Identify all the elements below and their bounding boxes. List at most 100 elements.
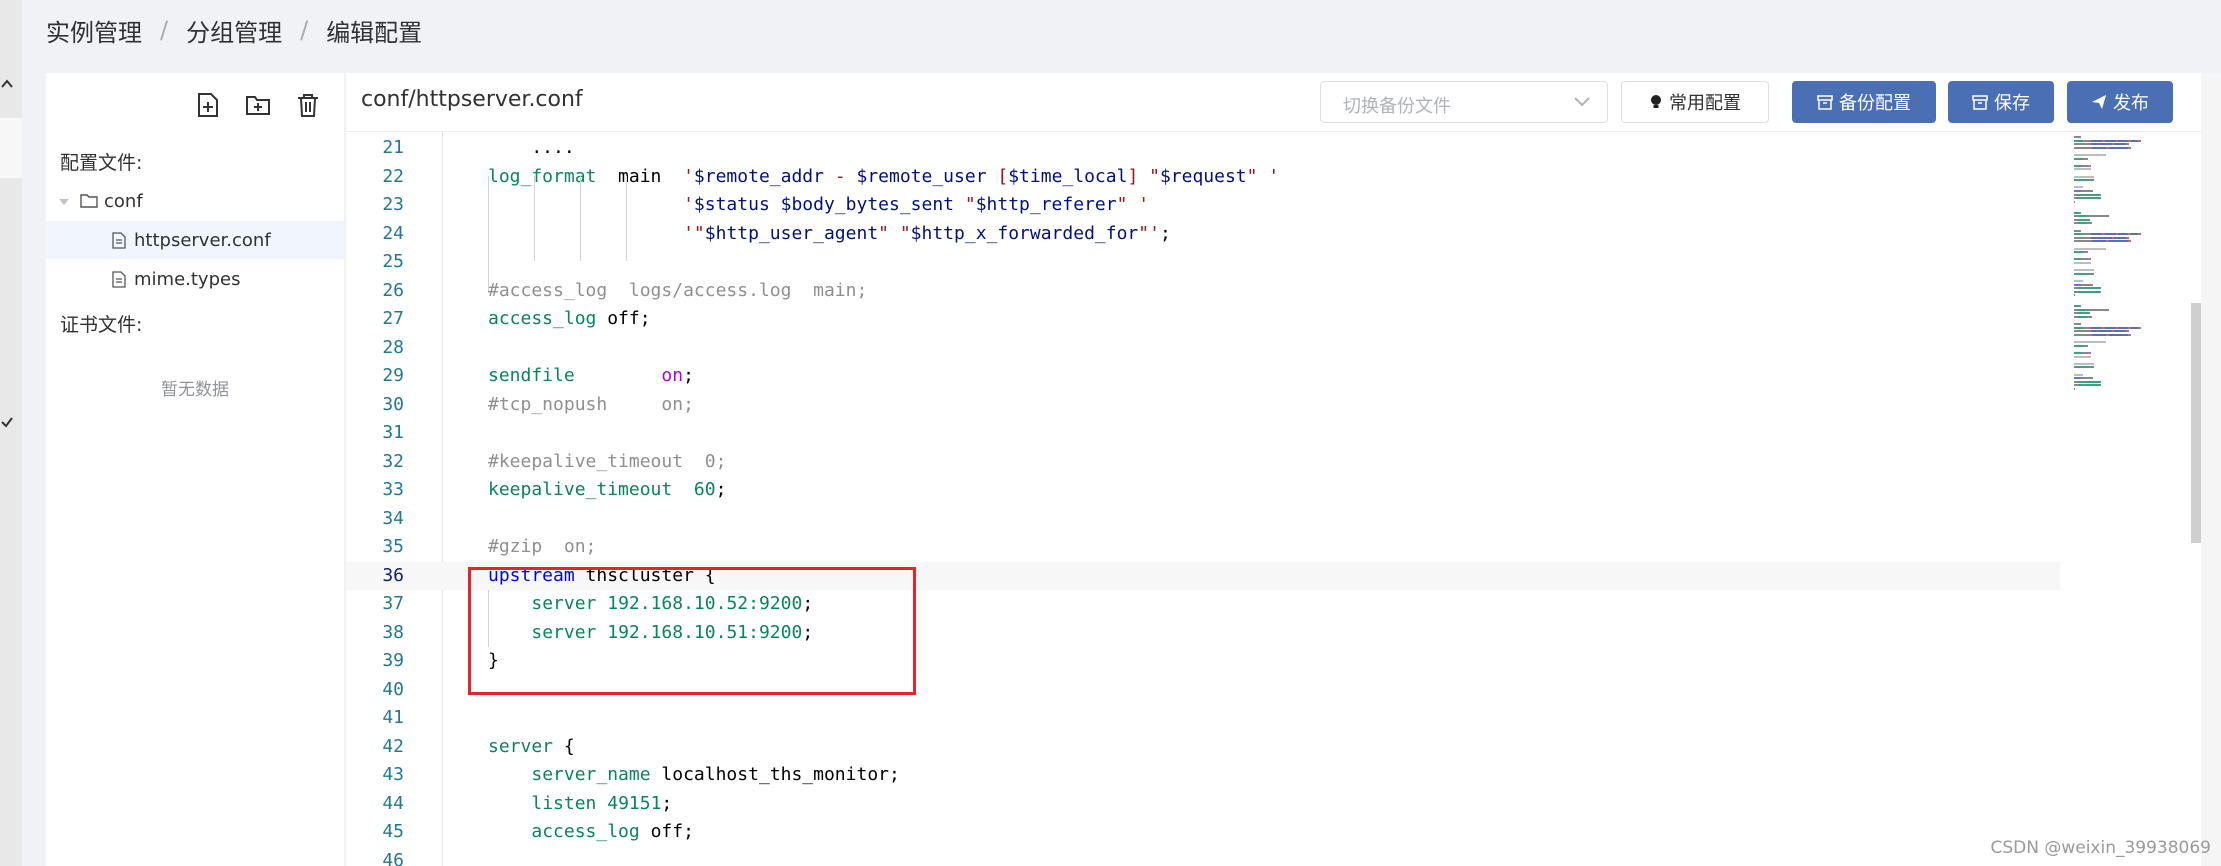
tree-folder-conf[interactable]: conf <box>46 182 344 220</box>
lightbulb-icon <box>1649 94 1663 110</box>
minimap-mark <box>2138 326 2141 329</box>
code-token: $http_x_forwarded_for <box>910 222 1139 244</box>
common-config-button[interactable]: 常用配置 <box>1621 81 1769 123</box>
code-minimap[interactable] <box>2070 132 2182 432</box>
code-token: $time_local <box>1008 165 1128 187</box>
code-token: on <box>661 365 684 386</box>
code-token: $remote_addr <box>693 165 824 187</box>
code-line[interactable]: 28 <box>346 334 2060 363</box>
code-line[interactable]: 21 .... <box>346 134 2060 163</box>
code-editor[interactable]: 21 .... 22 log_format main '$remote_addr -… <box>346 132 2201 866</box>
publish-button[interactable]: 发布 <box>2067 81 2173 123</box>
minimap-mark <box>2131 326 2138 329</box>
minimap-mark <box>2074 139 2083 142</box>
left-rail <box>0 0 22 866</box>
minimap-mark <box>2074 164 2081 167</box>
minimap-mark <box>2138 233 2141 236</box>
code-line[interactable]: 41 <box>346 704 2060 733</box>
minimap-mark <box>2083 139 2090 142</box>
code-line[interactable]: 34 <box>346 505 2060 534</box>
code-line[interactable]: 43 server_name localhost_ths_monitor; <box>346 761 2060 790</box>
caret-down-icon[interactable] <box>58 191 72 212</box>
minimap-mark <box>2078 222 2087 225</box>
code-token: $http_referer <box>975 194 1117 215</box>
code-line[interactable]: 29 sendfile on; <box>346 362 2060 391</box>
code-token: localhost_ths_monitor; <box>650 764 900 785</box>
code-line[interactable]: 35 #gzip on; <box>346 533 2060 562</box>
minimap-mark <box>2098 236 2112 239</box>
code-line[interactable]: 31 <box>346 419 2060 448</box>
minimap-mark <box>2074 283 2081 286</box>
code-token: #gzip on; <box>488 536 597 557</box>
breadcrumb-item-edit-config: 编辑配置 <box>326 18 423 47</box>
code-text: #access_log logs/access.log main; <box>488 277 867 306</box>
breadcrumb-item-groups[interactable]: 分组管理 <box>186 13 282 48</box>
minimap-mark <box>2074 269 2094 272</box>
line-number: 38 <box>382 621 404 643</box>
code-line[interactable]: 23 '$status $body_bytes_sent "$http_refe… <box>346 191 2060 220</box>
file-icon <box>112 231 126 249</box>
minimap-mark <box>2081 352 2088 354</box>
delete-icon[interactable] <box>294 91 322 119</box>
file-path-title: conf/httpserver.conf <box>361 87 583 112</box>
minimap-mark <box>2105 326 2116 329</box>
code-line[interactable]: 26 #access_log logs/access.log main; <box>346 277 2060 306</box>
code-line[interactable]: 45 access_log off; <box>346 818 2060 847</box>
new-folder-icon[interactable] <box>244 91 272 119</box>
code-line[interactable]: 30 #tcp_nopush on; <box>346 391 2060 420</box>
code-text: '$status $body_bytes_sent "$http_referer… <box>488 191 1149 220</box>
folder-icon <box>80 193 98 209</box>
code-text: server_name localhost_ths_monitor; <box>488 761 900 790</box>
tree-item-label: httpserver.conf <box>134 229 271 251</box>
minimap-mark <box>2093 366 2094 369</box>
code-line[interactable]: 42 server { <box>346 733 2060 762</box>
line-number: 25 <box>382 251 404 272</box>
save-button[interactable]: 保存 <box>1948 81 2054 123</box>
tree-file-httpserver-conf[interactable]: httpserver.conf <box>46 221 344 259</box>
minimap-mark <box>2074 373 2083 376</box>
minimap-mark <box>2114 330 2126 333</box>
backup-file-select[interactable]: 切换备份文件 <box>1320 81 1608 123</box>
breadcrumb-item-instances[interactable]: 实例管理 <box>46 13 142 48</box>
line-number: 29 <box>382 365 404 386</box>
minimap-mark <box>2105 233 2116 236</box>
code-line[interactable]: 46 <box>346 847 2060 866</box>
page-scrollbar[interactable] <box>2201 73 2221 866</box>
new-file-icon[interactable] <box>194 91 222 119</box>
minimap-mark <box>2087 316 2092 318</box>
archive-icon <box>1817 94 1833 110</box>
code-line[interactable]: 44 listen 49151; <box>346 790 2060 819</box>
minimap-mark <box>2126 143 2129 146</box>
minimap-mark <box>2074 377 2081 380</box>
select-placeholder: 切换备份文件 <box>1343 96 1451 117</box>
code-token: sendfile <box>488 365 575 386</box>
minimap-mark <box>2083 251 2088 254</box>
editor-scrollbar-thumb[interactable] <box>2191 303 2201 543</box>
minimap-mark <box>2105 139 2116 142</box>
line-number: 28 <box>382 336 404 358</box>
code-line[interactable]: 27 access_log off; <box>346 305 2060 334</box>
minimap-mark <box>2090 352 2091 354</box>
code-line[interactable]: 22 log_format main '$remote_addr - $remot… <box>346 163 2060 192</box>
backup-config-button[interactable]: 备份配置 <box>1792 81 1936 123</box>
code-line[interactable]: 24 '"$http_user_agent" "$http_x_forwarde… <box>346 220 2060 249</box>
minimap-mark <box>2091 233 2102 236</box>
minimap-mark <box>2074 334 2090 336</box>
code-line[interactable]: 33 keepalive_timeout 60; <box>346 476 2060 505</box>
code-line[interactable]: 32 #keepalive_timeout 0; <box>346 448 2060 477</box>
code-text: '"$http_user_agent" "$http_x_forwarded_f… <box>488 220 1171 249</box>
code-token: $status <box>693 194 770 215</box>
chevron-up-icon[interactable] <box>0 72 14 96</box>
tree-file-mime-types[interactable]: mime.types <box>46 260 344 298</box>
send-icon <box>2091 94 2107 110</box>
code-line[interactable]: 25 <box>346 248 2060 277</box>
check-icon[interactable] <box>0 410 14 434</box>
chevron-down-icon <box>1573 93 1591 112</box>
code-text: keepalive_timeout 60; <box>488 476 726 505</box>
line-number: 46 <box>382 849 404 866</box>
